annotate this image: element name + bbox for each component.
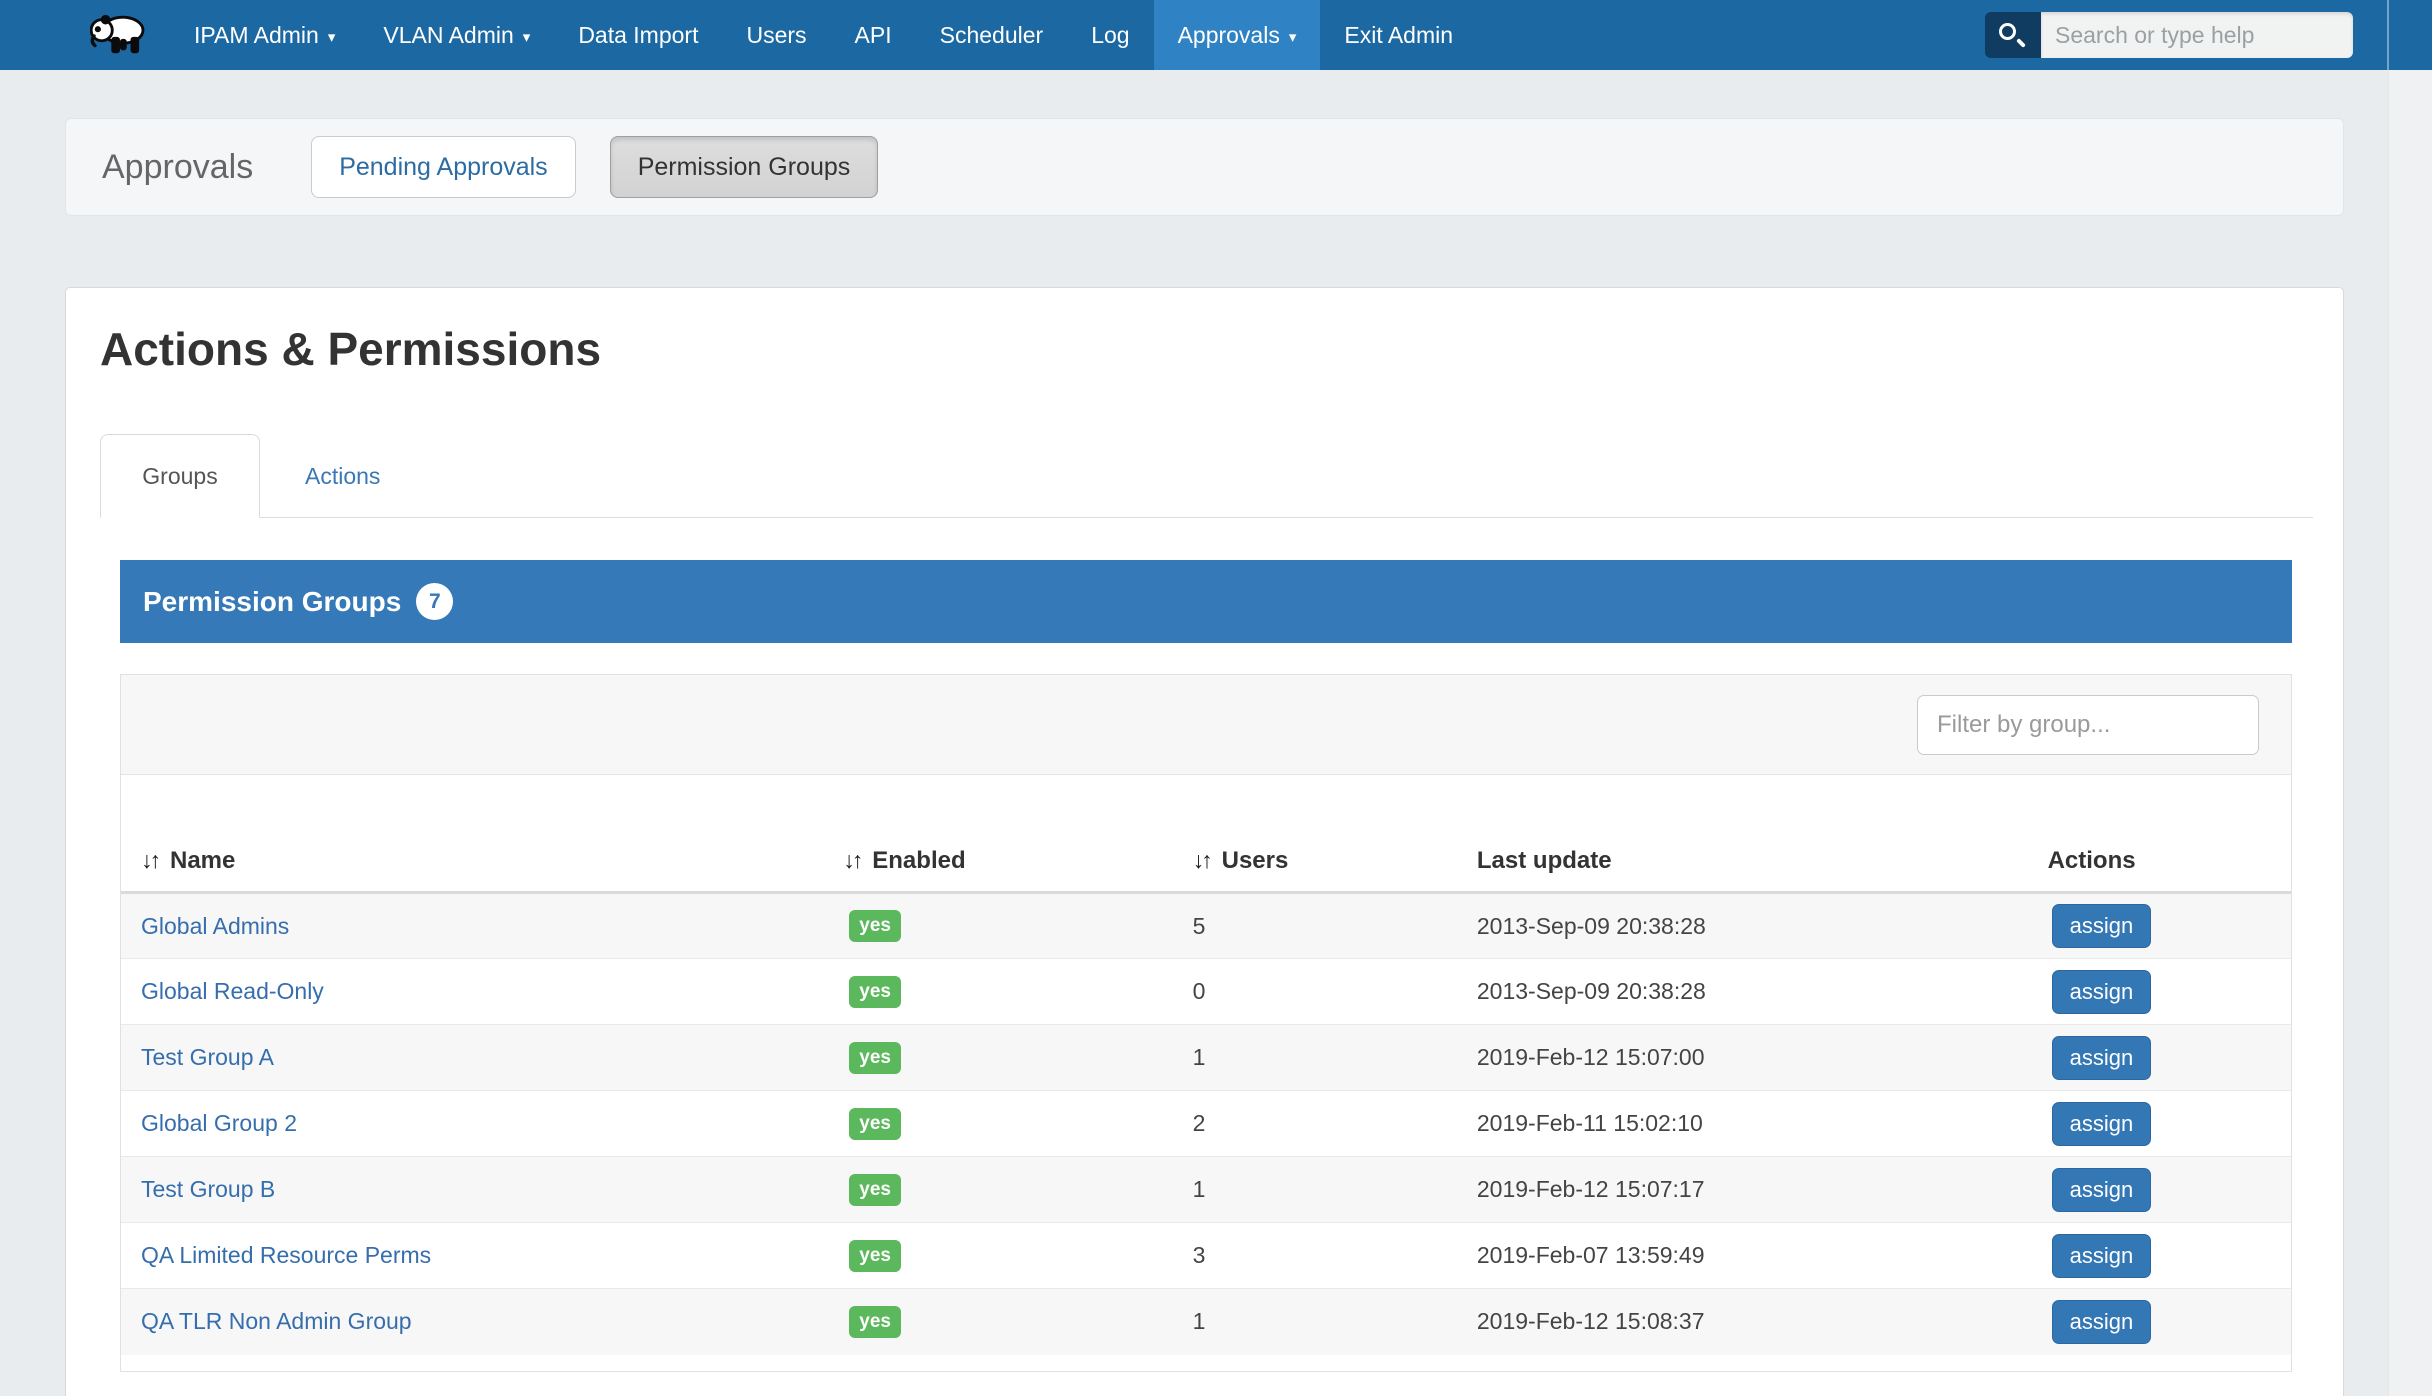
users-count: 1 bbox=[1189, 1025, 1473, 1091]
users-count: 1 bbox=[1189, 1157, 1473, 1223]
permission-groups-header: Permission Groups 7 bbox=[120, 560, 2292, 643]
last-update-value: 2019-Feb-11 15:02:10 bbox=[1473, 1091, 2044, 1157]
users-count: 0 bbox=[1189, 959, 1473, 1025]
enabled-badge: yes bbox=[849, 1042, 901, 1074]
group-count-badge: 7 bbox=[416, 583, 453, 620]
navbar-item-ipam-admin[interactable]: IPAM Admin▾ bbox=[170, 0, 359, 70]
navbar-item-approvals[interactable]: Approvals▾ bbox=[1154, 0, 1321, 70]
table-row: QA TLR Non Admin Group yes 1 2019-Feb-12… bbox=[121, 1289, 2291, 1355]
users-count: 5 bbox=[1189, 893, 1473, 959]
table-row: Global Read-Only yes 0 2013-Sep-09 20:38… bbox=[121, 959, 2291, 1025]
users-count: 3 bbox=[1189, 1223, 1473, 1289]
last-update-value: 2019-Feb-12 15:08:37 bbox=[1473, 1289, 2044, 1355]
users-count: 2 bbox=[1189, 1091, 1473, 1157]
column-header-actions[interactable]: Actions bbox=[2044, 775, 2291, 893]
navbar-item-api[interactable]: API bbox=[831, 0, 916, 70]
assign-button[interactable]: assign bbox=[2052, 1102, 2152, 1146]
table-header-row: ↓↑Name ↓↑Enabled ↓↑Users Last update Act… bbox=[121, 775, 2291, 893]
tab-actions[interactable]: Actions bbox=[260, 434, 425, 517]
filter-group-input[interactable] bbox=[1917, 695, 2259, 755]
caret-down-icon: ▾ bbox=[523, 3, 531, 73]
enabled-badge: yes bbox=[849, 1174, 901, 1206]
tab-groups[interactable]: Groups bbox=[100, 434, 260, 518]
top-navbar: IPAM Admin▾ VLAN Admin▾ Data Import User… bbox=[0, 0, 2432, 70]
navbar-item-users[interactable]: Users bbox=[722, 0, 830, 70]
last-update-value: 2013-Sep-09 20:38:28 bbox=[1473, 893, 2044, 959]
groups-table-container: ↓↑Name ↓↑Enabled ↓↑Users Last update Act… bbox=[120, 674, 2292, 1372]
phpipam-logo[interactable] bbox=[90, 11, 148, 59]
column-header-last-update[interactable]: Last update bbox=[1473, 775, 2044, 893]
navbar-item-log[interactable]: Log bbox=[1067, 0, 1153, 70]
sort-icon[interactable]: ↓↑ bbox=[843, 847, 860, 873]
last-update-value: 2019-Feb-12 15:07:17 bbox=[1473, 1157, 2044, 1223]
assign-button[interactable]: assign bbox=[2052, 1168, 2152, 1212]
assign-button[interactable]: assign bbox=[2052, 970, 2152, 1014]
table-row: Test Group A yes 1 2019-Feb-12 15:07:00 … bbox=[121, 1025, 2291, 1091]
assign-button[interactable]: assign bbox=[2052, 1234, 2152, 1278]
assign-button[interactable]: assign bbox=[2052, 1036, 2152, 1080]
scrollbar-track[interactable] bbox=[2388, 70, 2432, 1396]
table-row: QA Limited Resource Perms yes 3 2019-Feb… bbox=[121, 1223, 2291, 1289]
scrollbar-seam bbox=[2387, 0, 2389, 70]
column-header-name[interactable]: ↓↑Name bbox=[121, 775, 839, 893]
enabled-badge: yes bbox=[849, 1108, 901, 1140]
last-update-value: 2013-Sep-09 20:38:28 bbox=[1473, 959, 2044, 1025]
navbar-item-data-import[interactable]: Data Import bbox=[554, 0, 722, 70]
table-row: Test Group B yes 1 2019-Feb-12 15:07:17 … bbox=[121, 1157, 2291, 1223]
permission-groups-button[interactable]: Permission Groups bbox=[610, 136, 879, 198]
enabled-badge: yes bbox=[849, 910, 901, 942]
column-header-enabled[interactable]: ↓↑Enabled bbox=[839, 775, 1188, 893]
page-title: Approvals bbox=[102, 148, 253, 187]
navbar-item-vlan-admin[interactable]: VLAN Admin▾ bbox=[359, 0, 554, 70]
navbar-item-scheduler[interactable]: Scheduler bbox=[916, 0, 1068, 70]
table-row: Global Group 2 yes 2 2019-Feb-11 15:02:1… bbox=[121, 1091, 2291, 1157]
assign-button[interactable]: assign bbox=[2052, 904, 2152, 948]
column-header-users[interactable]: ↓↑Users bbox=[1189, 775, 1473, 893]
group-name-link[interactable]: Global Group 2 bbox=[141, 1110, 297, 1136]
approvals-header-strip: Approvals Pending Approvals Permission G… bbox=[65, 118, 2344, 216]
permission-groups-title: Permission Groups bbox=[143, 586, 401, 618]
search-input[interactable] bbox=[2041, 12, 2353, 58]
enabled-badge: yes bbox=[849, 1306, 901, 1338]
group-name-link[interactable]: QA TLR Non Admin Group bbox=[141, 1308, 412, 1334]
table-row: Global Admins yes 5 2013-Sep-09 20:38:28… bbox=[121, 893, 2291, 959]
group-name-link[interactable]: Test Group B bbox=[141, 1176, 275, 1202]
caret-down-icon: ▾ bbox=[328, 3, 336, 73]
assign-button[interactable]: assign bbox=[2052, 1300, 2152, 1344]
enabled-badge: yes bbox=[849, 976, 901, 1008]
sort-icon[interactable]: ↓↑ bbox=[141, 847, 158, 873]
actions-permissions-panel: Actions & Permissions Groups Actions Per… bbox=[65, 287, 2344, 1396]
permission-groups-table: ↓↑Name ↓↑Enabled ↓↑Users Last update Act… bbox=[121, 775, 2291, 1355]
mammoth-icon bbox=[90, 11, 148, 59]
navbar-menu: IPAM Admin▾ VLAN Admin▾ Data Import User… bbox=[170, 0, 1477, 70]
group-name-link[interactable]: Test Group A bbox=[141, 1044, 274, 1070]
sort-icon[interactable]: ↓↑ bbox=[1193, 847, 1210, 873]
caret-down-icon: ▾ bbox=[1289, 3, 1297, 73]
last-update-value: 2019-Feb-07 13:59:49 bbox=[1473, 1223, 2044, 1289]
navbar-item-exit-admin[interactable]: Exit Admin bbox=[1320, 0, 1477, 70]
pending-approvals-button[interactable]: Pending Approvals bbox=[311, 136, 575, 198]
search-button[interactable] bbox=[1985, 12, 2041, 58]
tab-bar: Groups Actions bbox=[100, 434, 2313, 518]
last-update-value: 2019-Feb-12 15:07:00 bbox=[1473, 1025, 2044, 1091]
group-name-link[interactable]: Global Admins bbox=[141, 913, 289, 939]
navbar-search bbox=[1985, 12, 2353, 58]
section-title: Actions & Permissions bbox=[100, 324, 2313, 374]
group-name-link[interactable]: Global Read-Only bbox=[141, 978, 324, 1004]
users-count: 1 bbox=[1189, 1289, 1473, 1355]
enabled-badge: yes bbox=[849, 1240, 901, 1272]
group-name-link[interactable]: QA Limited Resource Perms bbox=[141, 1242, 431, 1268]
search-icon bbox=[1999, 23, 2016, 40]
table-toolbar bbox=[121, 675, 2291, 775]
